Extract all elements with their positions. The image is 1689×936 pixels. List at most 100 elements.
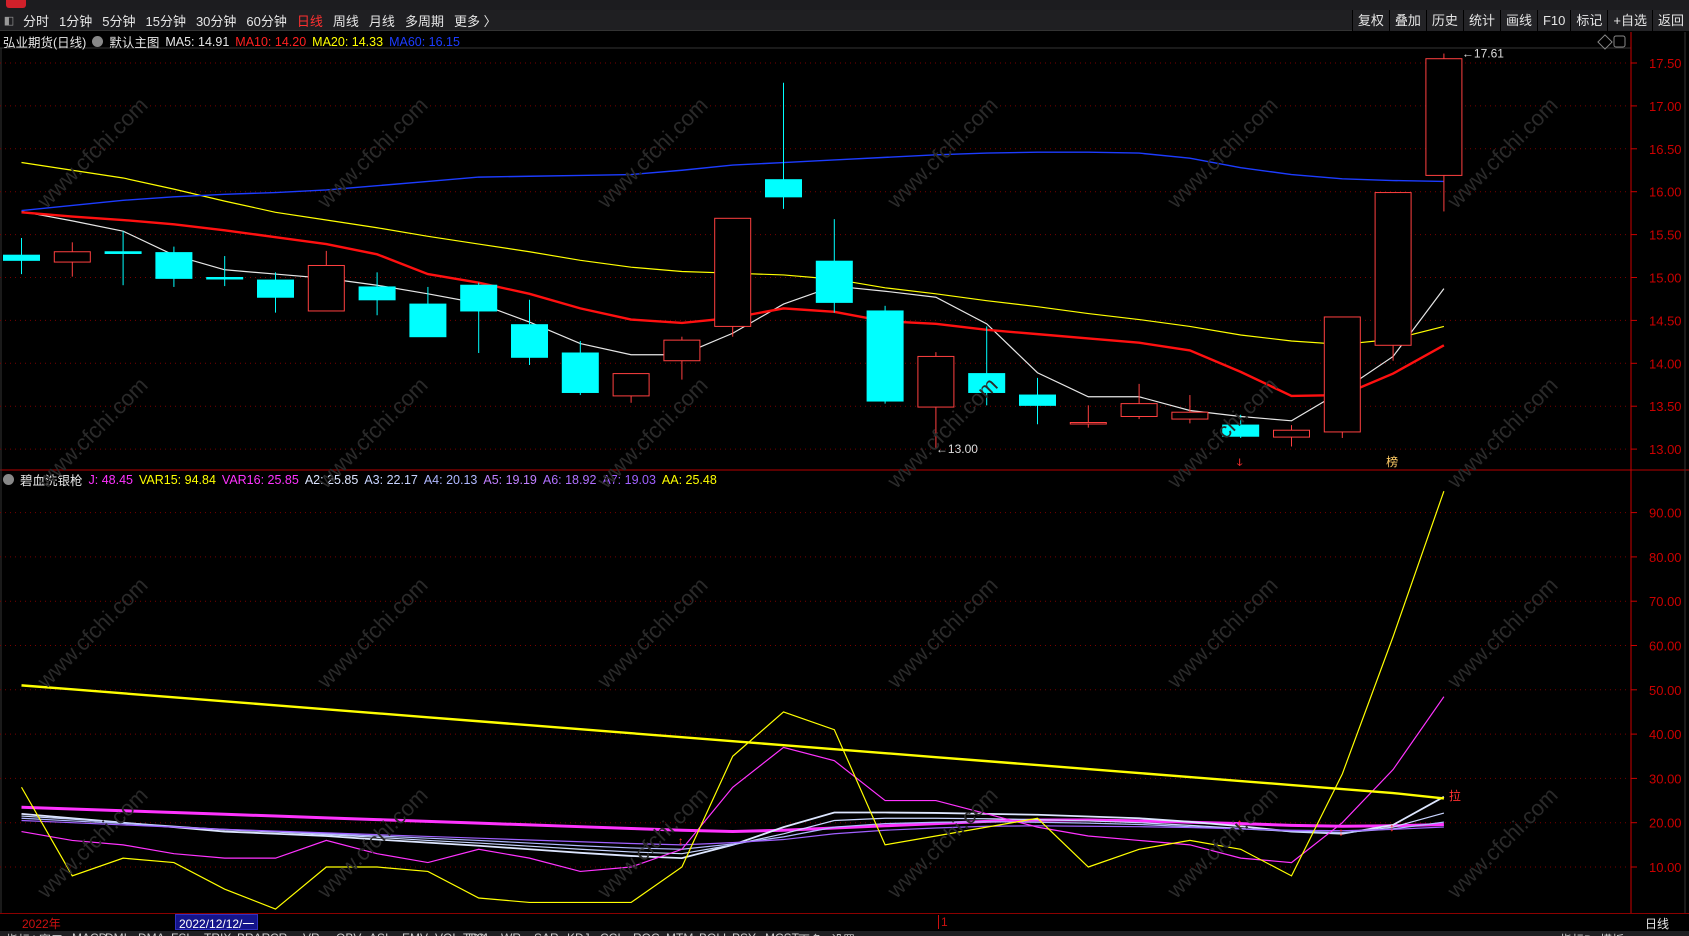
sub-legend-6: A5: 19.19 xyxy=(483,472,537,487)
main-legend: 弘业期货(日线) 默认主图 MA5: 14.91 MA10: 14.20 MA20:… xyxy=(3,32,460,51)
indicator-tab-11[interactable]: ASI xyxy=(369,931,388,936)
sub-line-var15 xyxy=(20,490,1445,910)
candle-down xyxy=(206,277,244,280)
indicator-tab-7[interactable]: BRAR xyxy=(237,931,270,936)
sub-tick-label: 60.00 xyxy=(1649,639,1682,654)
indicator-tab-6[interactable]: TRIX xyxy=(204,931,231,936)
price-tick-label: 15.50 xyxy=(1649,228,1682,243)
signal-marker: 榜 xyxy=(1386,454,1398,469)
sub-tick-label: 40.00 xyxy=(1649,727,1682,742)
candle-down xyxy=(3,254,40,261)
indicator-tab-17[interactable]: KDJ xyxy=(567,931,590,936)
candle-down xyxy=(561,352,599,393)
sub-tick-label: 20.00 xyxy=(1649,816,1682,831)
ma-legend-3: MA60: 16.15 xyxy=(389,34,460,49)
indicator-tab-5[interactable]: FSL xyxy=(171,931,193,936)
indicator-tab-16[interactable]: SAR xyxy=(534,931,559,936)
diamond-icon[interactable] xyxy=(1597,34,1613,50)
candle-up xyxy=(1273,429,1310,438)
year-label: 2022年 xyxy=(22,917,61,931)
indicator-tab-10[interactable]: OBV xyxy=(336,931,361,936)
candle-down xyxy=(1222,424,1260,437)
indicator-tab-24[interactable]: 更多 xyxy=(798,931,822,936)
right-tab-1[interactable]: 模板 xyxy=(1600,931,1624,936)
indicator-tab-20[interactable]: MTM xyxy=(666,931,693,936)
indicator-tab-23[interactable]: MCST xyxy=(765,931,799,936)
indicator-tabs: 指标A窗口MACDDMIDMAFSLTRIXBRARCRVROBVASIEMVV… xyxy=(0,931,1689,936)
settings-icon[interactable] xyxy=(92,36,104,47)
ma-legend-2: MA20: 14.33 xyxy=(312,34,384,49)
price-tick-label: 13.00 xyxy=(1649,442,1682,457)
candle-up xyxy=(1374,192,1412,346)
candle-down xyxy=(409,303,447,338)
template-name[interactable]: 默认主图 xyxy=(109,32,159,51)
signal-marker: ↕ xyxy=(1338,827,1344,839)
candle-up xyxy=(917,355,955,408)
price-tick-label: 15.00 xyxy=(1649,271,1682,286)
candle-up xyxy=(1069,422,1107,425)
period-label: 日线 xyxy=(1645,917,1670,931)
ma-legend-0: MA5: 14.91 xyxy=(165,34,230,49)
candle-down xyxy=(104,251,142,254)
high-annotation: ←17.61 xyxy=(1462,47,1504,61)
indicator-tab-22[interactable]: PSY xyxy=(732,931,756,936)
sub-tick-label: 10.00 xyxy=(1649,860,1682,875)
price-tick-label: 16.50 xyxy=(1649,142,1682,157)
indicator-tab-1[interactable]: 窗口 xyxy=(39,931,63,936)
candle-down xyxy=(460,284,498,312)
candle-up xyxy=(1425,58,1463,176)
sub-line-aa xyxy=(21,684,1445,800)
cursor-date: 2022/12/12/一 xyxy=(175,914,259,931)
indicator-tab-4[interactable]: DMA xyxy=(138,931,165,936)
indicator-tab-19[interactable]: ROC xyxy=(633,931,660,936)
indicator-name[interactable]: 碧血洗银枪 xyxy=(20,470,83,489)
kline-chart[interactable]: 17.50 17.00 16.50 16.00 15.50 15.00 14.50 14.00… xyxy=(0,0,1689,936)
indicator-tab-18[interactable]: CCI xyxy=(600,931,621,936)
sub-tick-label: 80.00 xyxy=(1649,550,1682,565)
candle-up xyxy=(612,373,650,397)
price-tick-label: 17.50 xyxy=(1649,56,1682,71)
signal-label: 拉 xyxy=(1449,788,1461,803)
sub-legend-4: A3: 22.17 xyxy=(364,472,418,487)
candle-down xyxy=(1019,394,1056,406)
price-tick-label: 14.00 xyxy=(1649,356,1682,371)
symbol-name: 弘业期货(日线) xyxy=(3,36,87,50)
candle-up xyxy=(663,339,701,362)
candle-up xyxy=(1120,403,1158,417)
panel-toggle-icon[interactable] xyxy=(1613,35,1626,48)
indicator-tab-9[interactable]: VR xyxy=(303,931,320,936)
candle-up xyxy=(1171,411,1209,420)
sub-tick-label: 70.00 xyxy=(1649,594,1682,609)
indicator-tab-15[interactable]: WR xyxy=(501,931,521,936)
low-annotation: ←13.00 xyxy=(936,442,978,456)
indicator-tab-3[interactable]: DMI xyxy=(105,931,127,936)
sub-legend-2: VAR16: 25.85 xyxy=(221,472,299,487)
date-bar: 2022年 2022/12/12/一 1 日线 xyxy=(0,913,1689,931)
indicator-tab-8[interactable]: CR xyxy=(270,931,287,936)
indicator-tab-12[interactable]: EMV xyxy=(402,931,428,936)
price-tick-label: 17.00 xyxy=(1649,99,1682,114)
candle-up xyxy=(307,264,345,312)
candle-up xyxy=(1323,316,1361,433)
price-tick-label: 13.50 xyxy=(1649,399,1682,414)
price-tick-label: 16.00 xyxy=(1649,185,1682,200)
indicator-tab-14[interactable]: RSI xyxy=(468,931,488,936)
indicator-tab-25[interactable]: 设置 xyxy=(831,931,855,936)
indicator-tab-21[interactable]: BOLL xyxy=(699,931,730,936)
right-tab-0[interactable]: 指标B xyxy=(1560,931,1592,936)
signal-marker: ↕ xyxy=(678,835,684,847)
sub-legend-7: A6: 18.92 xyxy=(542,472,597,487)
sub-legend-9: AA: 25.48 xyxy=(661,472,717,487)
indicator-tab-0[interactable]: 指标A xyxy=(6,931,38,936)
signal-marker: ↕ xyxy=(1389,822,1395,834)
sub-legend-5: A4: 20.13 xyxy=(423,472,478,487)
sub-tick-label: 50.00 xyxy=(1649,683,1682,698)
settings-icon[interactable] xyxy=(3,474,14,485)
price-tick-label: 14.50 xyxy=(1649,313,1682,328)
candle-down xyxy=(765,179,802,198)
sub-tick-label: 30.00 xyxy=(1649,771,1682,786)
sub-legend-0: J: 48.45 xyxy=(88,472,133,487)
candle-down xyxy=(815,260,853,303)
candle-down xyxy=(511,324,548,358)
indicator-tab-2[interactable]: MACD xyxy=(72,931,107,936)
